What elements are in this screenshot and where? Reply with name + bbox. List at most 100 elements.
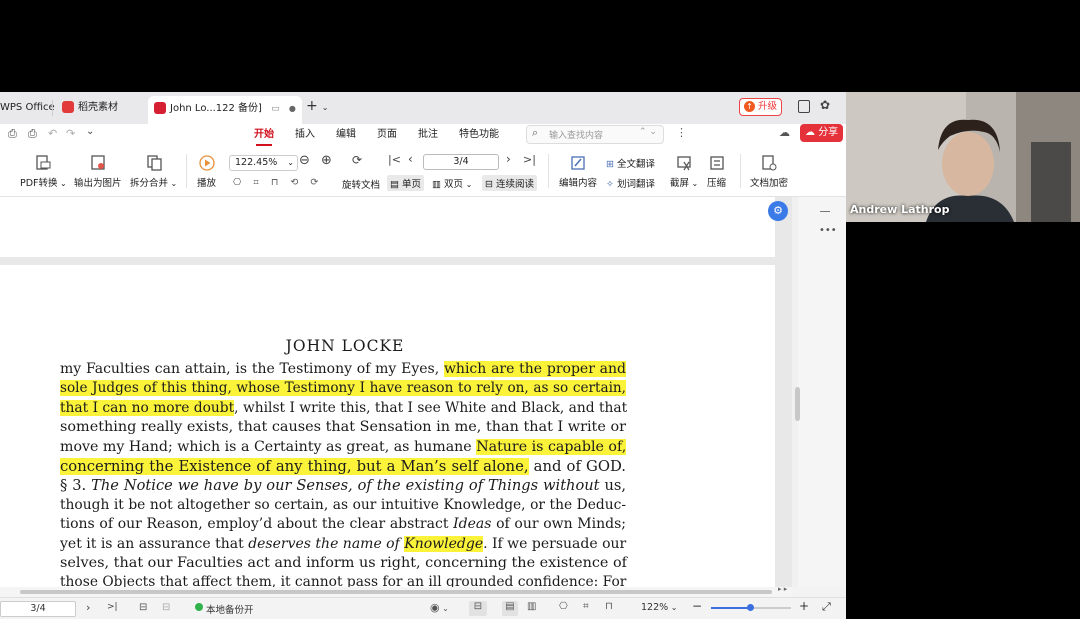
tab-wps-office[interactable]: WPS Office bbox=[0, 97, 55, 119]
chevron-down-icon[interactable]: ⌄ bbox=[86, 126, 94, 137]
play-button[interactable]: 播放 bbox=[197, 154, 216, 189]
zoom-out-icon[interactable]: ⊖ bbox=[299, 153, 310, 168]
actual-size-icon[interactable]: ⊓ bbox=[605, 601, 613, 612]
pdf-convert-button[interactable]: PDF转换 ⌄ bbox=[20, 154, 67, 189]
tab-docer[interactable]: 稻壳素材 bbox=[62, 97, 118, 119]
zoom-in-button[interactable]: + bbox=[799, 599, 809, 613]
continuous-mode-icon[interactable]: ⊟ bbox=[469, 601, 487, 616]
sidebar-toggle-icon[interactable] bbox=[798, 100, 810, 113]
share-button[interactable]: ☁ 分享 bbox=[800, 124, 844, 142]
horizontal-scrollbar[interactable]: ▸ ▸ bbox=[0, 585, 792, 597]
eye-icon[interactable]: ◉ ⌄ bbox=[430, 601, 449, 614]
rotate-doc-button[interactable]: 旋转文档 bbox=[342, 177, 380, 191]
zoom-out-button[interactable]: − bbox=[692, 599, 702, 613]
wps-window: WPS Office 稻壳素材 John Lo...122 备份] ▭ ● + ⌄… bbox=[0, 92, 846, 619]
print-preview-icon[interactable]: ⎙ bbox=[28, 127, 37, 141]
redo-icon[interactable]: ↷ bbox=[66, 127, 75, 140]
text-span: , whilst I write this, that I see White … bbox=[234, 399, 628, 416]
outline-icon[interactable]: ⊟ bbox=[162, 602, 170, 613]
cloud-icon[interactable]: ☁ bbox=[779, 126, 790, 139]
pdf-page[interactable]: JOHN LOCKE my Faculties can attain, is t… bbox=[0, 265, 775, 587]
unsaved-dot-icon[interactable]: ● bbox=[289, 104, 296, 113]
window-icon[interactable]: ▭ bbox=[271, 104, 280, 114]
status-page-input[interactable]: 3/4 bbox=[0, 601, 76, 617]
menu-annotate[interactable]: 批注 bbox=[418, 127, 438, 143]
document-view[interactable]: JOHN LOCKE my Faculties can attain, is t… bbox=[0, 197, 792, 587]
last-page-icon[interactable]: >| bbox=[107, 602, 118, 612]
edit-content-button[interactable]: 编辑内容 bbox=[559, 154, 597, 189]
screenshot-button[interactable]: 截屏 ⌄ bbox=[670, 154, 698, 189]
export-image-button[interactable]: 输出为图片 bbox=[74, 154, 122, 189]
text-span: The Notice we have by our Senses, of the… bbox=[91, 477, 600, 495]
word-translate-button[interactable]: ✧ 划词翻译 bbox=[606, 176, 655, 190]
tab-label: John Lo...122 备份] bbox=[170, 103, 262, 114]
text-line: something really exists, that causes tha… bbox=[60, 418, 626, 437]
previous-page-bottom bbox=[0, 197, 775, 257]
single-page-button[interactable]: ▤ 单页 bbox=[387, 175, 425, 191]
backup-status-label[interactable]: 本地备份开 bbox=[206, 602, 254, 616]
text-span: those Objects that affect them, it canno… bbox=[60, 574, 627, 587]
zoom-in-icon[interactable]: ⊕ bbox=[321, 153, 332, 168]
scroll-thumb[interactable] bbox=[795, 387, 800, 421]
more-options-icon[interactable]: ••• bbox=[819, 225, 837, 236]
menu-start[interactable]: 开始 bbox=[254, 127, 274, 146]
fit-icon[interactable]: ⎔ bbox=[233, 177, 241, 188]
scroll-thumb[interactable] bbox=[20, 590, 772, 594]
tab-divider bbox=[52, 100, 53, 116]
page-input[interactable]: 3/4 bbox=[423, 154, 499, 170]
print-icon[interactable]: ⎙ bbox=[8, 127, 17, 141]
single-page-mode-icon[interactable]: ▤ bbox=[502, 601, 518, 616]
next-page-icon[interactable]: › bbox=[506, 152, 511, 166]
text-span: and of GOD. bbox=[528, 458, 627, 475]
ai-assistant-icon[interactable]: ⚙ bbox=[768, 201, 788, 221]
last-page-icon[interactable]: >| bbox=[523, 153, 536, 166]
compress-button[interactable]: 压缩 bbox=[707, 154, 726, 189]
fullscreen-icon[interactable]: ⤢ bbox=[822, 600, 831, 614]
fit-width-icon[interactable]: ⎔ bbox=[559, 601, 568, 612]
bookmark-icon[interactable]: ⊓ bbox=[271, 177, 278, 188]
double-page-icon: ▥ bbox=[432, 179, 441, 190]
text-line: concerning the Existence of any thing, b… bbox=[60, 457, 626, 476]
skin-icon[interactable]: ✿ bbox=[820, 98, 830, 112]
crop-icon[interactable]: ⌗ bbox=[253, 177, 258, 188]
new-tab-button[interactable]: + ⌄ bbox=[306, 98, 328, 114]
undo-icon[interactable]: ↶ bbox=[48, 127, 57, 140]
scroll-arrow-icon[interactable]: ▸ ▸ bbox=[778, 585, 787, 593]
next-page-icon[interactable]: › bbox=[86, 601, 90, 614]
menu-edit[interactable]: 编辑 bbox=[336, 127, 356, 143]
search-box[interactable]: ⌕ 输入查找内容 ⌃ ⌄ bbox=[526, 125, 664, 144]
minimize-icon[interactable] bbox=[820, 211, 830, 212]
text-span: of our own Minds; bbox=[491, 516, 626, 533]
menu-page[interactable]: 页面 bbox=[377, 127, 397, 143]
backup-status-icon bbox=[195, 603, 203, 611]
menu-features[interactable]: 特色功能 bbox=[459, 127, 499, 143]
encrypt-button[interactable]: 文档加密 bbox=[750, 154, 788, 189]
continuous-read-button[interactable]: ⊟ 连续阅读 bbox=[482, 175, 538, 191]
status-zoom-select[interactable]: 122% ⌄ bbox=[641, 602, 677, 613]
menu-bar: ⎙ ⎙ ↶ ↷ ⌄ 开始 插入 编辑 页面 批注 特色功能 ⌕ 输入查找内容 ⌃… bbox=[0, 124, 846, 146]
rotate-icon[interactable]: ⟳ bbox=[352, 153, 362, 167]
prev-page-icon[interactable]: ‹ bbox=[408, 152, 413, 166]
text-span: my Faculties can attain, is the Testimon… bbox=[60, 361, 444, 377]
more-icon[interactable]: ⋮ bbox=[676, 126, 687, 139]
rotate-right-icon[interactable]: ⟳ bbox=[310, 177, 318, 188]
thumbnail-icon[interactable]: ⊟ bbox=[139, 602, 147, 613]
docer-icon bbox=[62, 101, 74, 113]
split-merge-button[interactable]: 拆分合并 ⌄ bbox=[130, 154, 177, 189]
full-translate-button[interactable]: ⊞ 全文翻译 bbox=[606, 156, 655, 170]
highlighted-text: sole Judges of this thing, whose Testimo… bbox=[60, 380, 626, 397]
divider bbox=[186, 154, 187, 188]
text-line: yet it is an assurance that deserves the… bbox=[60, 535, 626, 554]
fit-page-icon[interactable]: ⌗ bbox=[583, 601, 589, 612]
text-span: § 3. bbox=[60, 477, 92, 495]
double-page-mode-icon[interactable]: ▥ bbox=[527, 601, 536, 612]
double-page-button[interactable]: ▥ 双页 ⌄ bbox=[432, 176, 472, 190]
tab-current-doc[interactable]: John Lo...122 备份] ▭ ● bbox=[148, 96, 302, 124]
rotate-left-icon[interactable]: ⟲ bbox=[290, 177, 298, 188]
menu-insert[interactable]: 插入 bbox=[295, 127, 315, 143]
first-page-icon[interactable]: |< bbox=[388, 153, 401, 166]
upgrade-button[interactable]: ↑ 升级 bbox=[739, 98, 783, 116]
zoom-slider[interactable] bbox=[711, 604, 791, 611]
zoom-select[interactable]: 122.45% ⌄ bbox=[229, 155, 298, 171]
zoom-slider-handle[interactable] bbox=[747, 604, 754, 611]
